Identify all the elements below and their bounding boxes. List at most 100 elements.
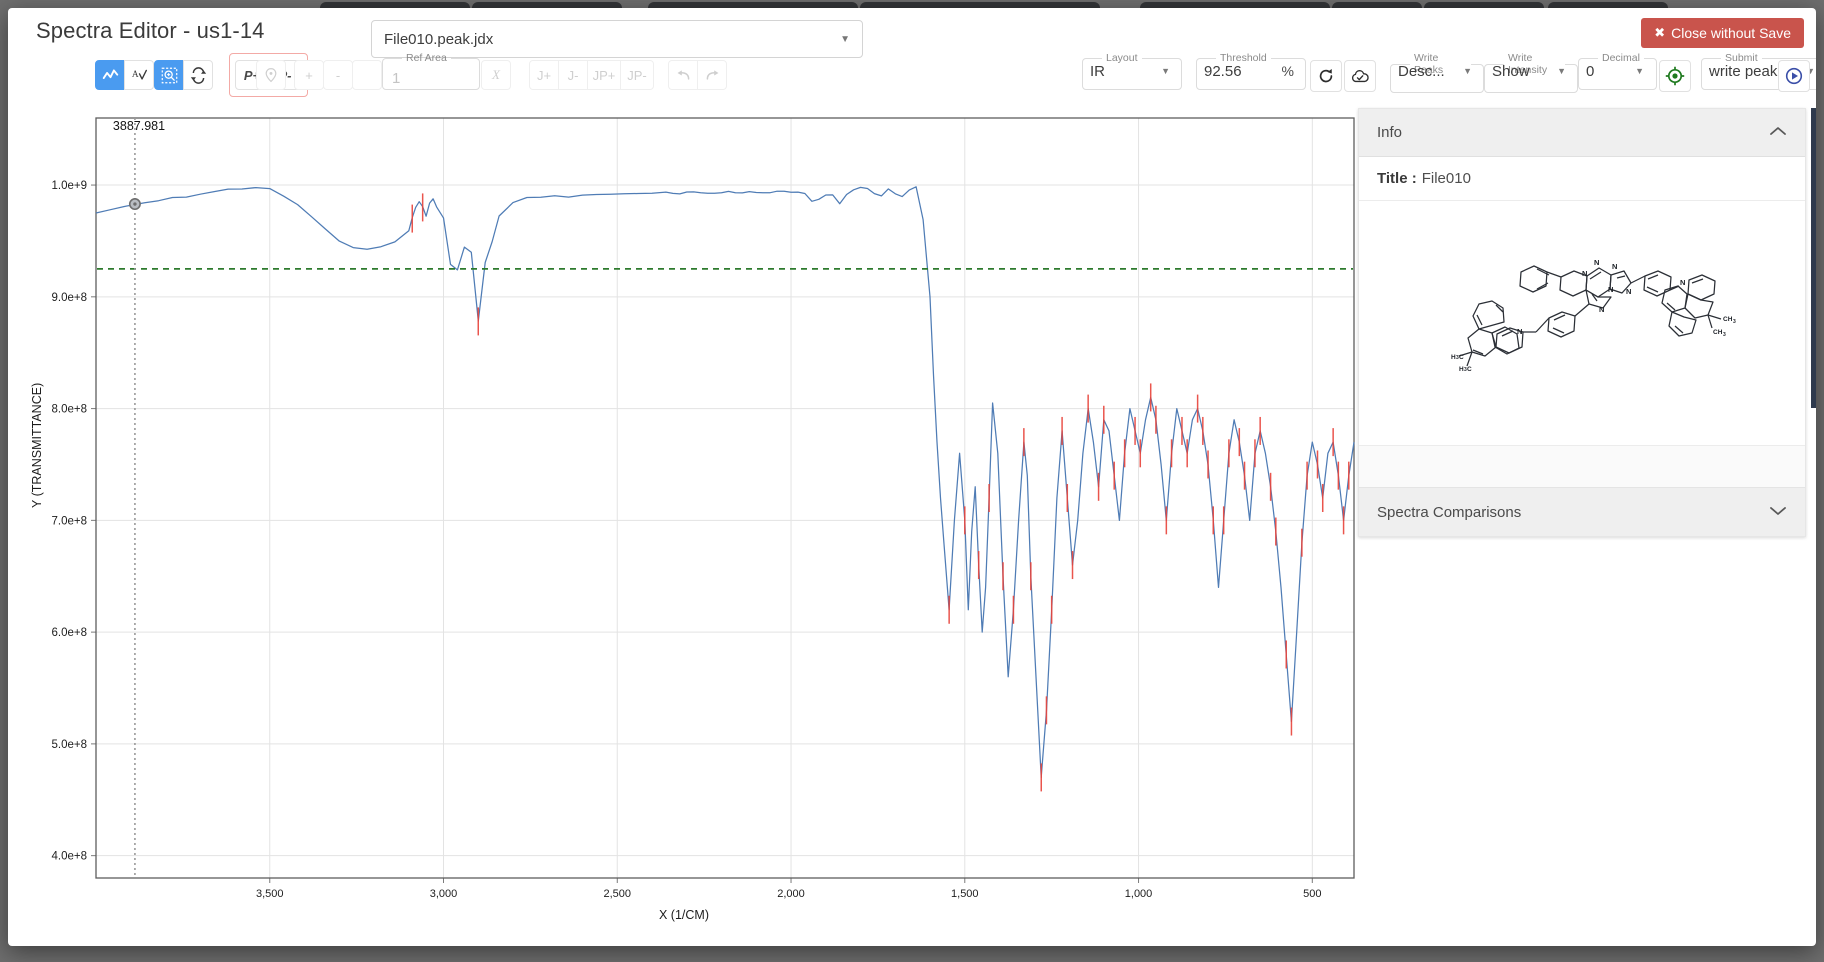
svg-text:4.0e+8: 4.0e+8 [52,851,88,863]
close-button-label: Close without Save [1671,25,1791,41]
svg-text:3887.981: 3887.981 [113,119,165,133]
svg-text:N: N [1608,285,1613,294]
cloud-check-icon [1350,66,1370,86]
write-peaks-select[interactable]: Desc... ▼ [1388,52,1482,90]
svg-text:9.0e+8: 9.0e+8 [52,292,88,304]
display-mode-group: A [95,60,154,90]
redo-button [697,60,727,90]
integration-tool-button[interactable]: A [124,60,154,90]
editor-toolbar: A [8,60,1816,108]
info-accordion: Info Title : File010 [1358,108,1806,537]
layout-value: IR [1090,63,1105,80]
svg-text:N: N [1582,269,1587,278]
jp-minus-button: JP- [620,60,654,90]
j-buttons-group: J+ J- JP+ JP- [529,60,654,90]
svg-text:500: 500 [1303,888,1321,900]
zoom-group [154,60,213,90]
chevron-down-icon: ▼ [1635,66,1644,76]
svg-text:3,000: 3,000 [430,888,458,900]
plot-area[interactable]: 4.0e+8 5.0e+8 6.0e+8 7.0e+8 8.0e+8 9.0e+8 1.0e… [8,108,1360,908]
svg-text:N: N [1680,278,1685,287]
redo-icon [704,67,721,84]
chevron-down-icon [1769,504,1787,521]
panel-scroll-indicator[interactable] [1811,108,1816,408]
decrement-button: - [323,60,353,90]
undo-button [668,60,698,90]
play-circle-icon [1784,66,1804,86]
svg-text:3,500: 3,500 [256,888,284,900]
svg-text:1,500: 1,500 [951,888,979,900]
ref-area-value[interactable]: 1 [392,70,400,87]
spectra-editor-dialog: Spectra Editor - us1-14 File010.peak.jdx… [8,8,1816,946]
decimal-value: 0 [1586,63,1594,80]
cloud-save-button[interactable] [1344,60,1376,92]
j-minus-label: J- [568,68,579,83]
svg-text:N: N [1612,262,1617,271]
svg-text:6.0e+8: 6.0e+8 [52,627,88,639]
svg-text:5.0e+8: 5.0e+8 [52,739,88,751]
x-axis-title: X (1/CM) [8,908,1360,922]
j-minus-button: J- [558,60,588,90]
svg-text:CH: CH [1713,329,1723,336]
history-group [668,60,727,90]
chevron-up-icon [1769,124,1787,141]
reset-zoom-icon [190,67,207,84]
svg-text:CH: CH [1723,316,1733,323]
info-accordion-header[interactable]: Info [1359,109,1805,157]
svg-text:8.0e+8: 8.0e+8 [52,404,88,416]
target-peak-button[interactable] [1659,60,1691,92]
zoom-select-tool-button[interactable] [154,60,184,90]
jp-plus-button: JP+ [587,60,621,90]
spectra-comparisons-label: Spectra Comparisons [1377,504,1521,521]
refresh-threshold-button[interactable] [1310,60,1342,92]
svg-text:3: 3 [1723,332,1726,338]
spectrum-title-row: Title : File010 [1359,157,1805,201]
svg-text:1.0e+9: 1.0e+9 [52,180,88,192]
chevron-down-icon: ▼ [1557,66,1566,76]
spectrum-title-label: Title : [1377,170,1417,187]
map-pin-icon [263,67,279,83]
threshold-unit: % [1282,63,1294,79]
write-intensity-select[interactable]: Show ▼ [1482,52,1576,90]
svg-text:7.0e+8: 7.0e+8 [52,515,88,527]
decimal-select[interactable]: 0 ▼ [1576,52,1654,90]
close-without-save-button[interactable]: ✖ Close without Save [1641,18,1804,48]
chevron-down-icon: ▼ [1161,66,1170,76]
info-accordion-label: Info [1377,124,1402,141]
run-submit-button[interactable] [1778,60,1810,92]
j-plus-label: J+ [537,68,551,83]
svg-text:N: N [1626,287,1631,296]
reset-zoom-tool-button[interactable] [183,60,213,90]
spectra-comparisons-header[interactable]: Spectra Comparisons [1359,488,1805,536]
threshold-input[interactable]: 92.56 % [1194,52,1304,90]
ref-area-legend: Ref Area [402,52,451,64]
svg-text:C: C [1459,354,1464,361]
write-intensity-value: Show [1492,63,1530,80]
svg-text:N: N [1517,327,1522,336]
file-select-value: File010.peak.jdx [384,31,493,48]
svg-text:C: C [1467,366,1472,373]
pin-marker-tool-button [256,60,286,90]
info-side-panel: Info Title : File010 [1358,108,1806,537]
threshold-value: 92.56 [1204,63,1242,80]
line-chart-tool-button[interactable] [95,60,125,90]
jp-plus-label: JP+ [593,68,616,83]
svg-text:A: A [131,70,138,80]
integration-icon: A [131,67,148,84]
svg-text:N: N [1594,258,1599,267]
chevron-down-icon: ▼ [840,34,850,45]
spectrum-title-value: File010 [1422,170,1471,187]
increment-button: + [294,60,324,90]
decrement-label: - [336,68,340,83]
molecular-structure-icon: NN NN NN NN H3C H3C CH3 CH3 [1427,228,1737,418]
x-icon: ✖ [1654,25,1665,41]
svg-text:2,500: 2,500 [604,888,632,900]
blank-button [352,60,382,90]
info-accordion-spacer [1359,446,1805,488]
svg-text:3: 3 [1733,319,1736,325]
spectrum-chart[interactable]: Y (TRANSMITTANCE) X (1/CM) 4.0e+85.0e+86… [8,108,1360,946]
layout-select[interactable]: IR ▼ [1080,52,1180,90]
increment-label: + [305,68,313,83]
svg-text:1,000: 1,000 [1125,888,1153,900]
jp-minus-label: JP- [627,68,647,83]
